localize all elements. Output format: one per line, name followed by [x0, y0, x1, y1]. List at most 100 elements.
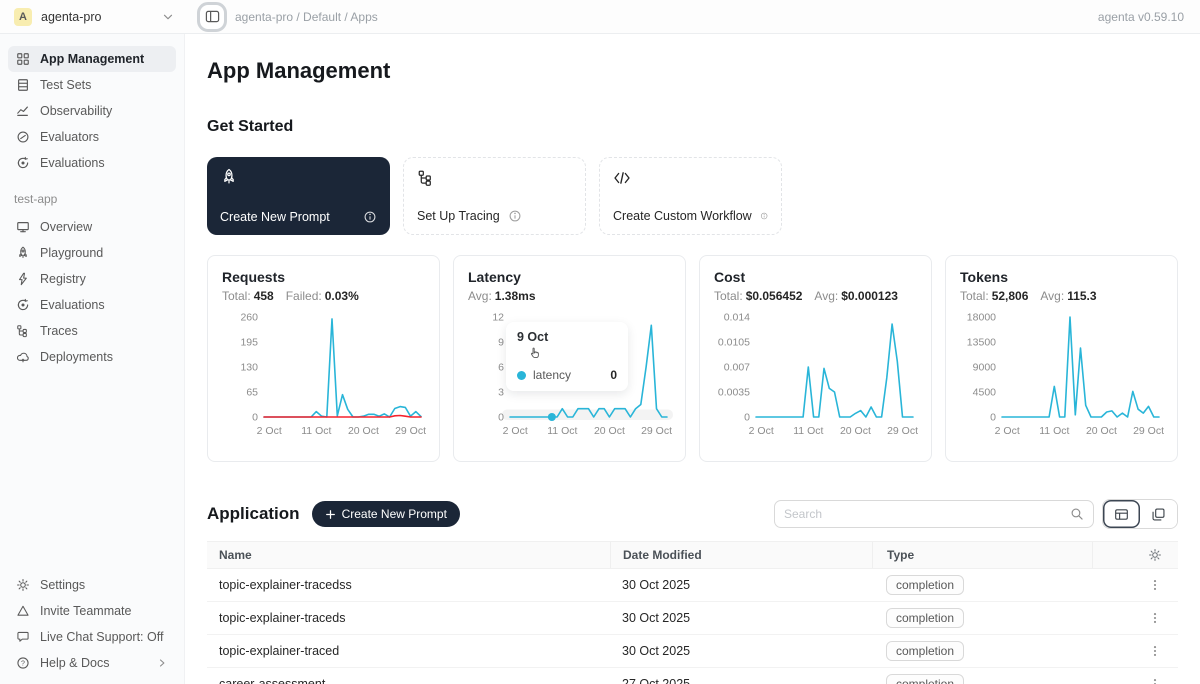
tooltip-value: 0 — [610, 368, 617, 382]
page-title: App Management — [207, 58, 1178, 84]
chart-title: Cost — [714, 269, 917, 285]
svg-text:29 Oct: 29 Oct — [1133, 425, 1164, 437]
lightning-icon — [16, 272, 30, 286]
app-date-modified: 30 Oct 2025 — [610, 644, 872, 658]
table-view-icon — [1114, 507, 1129, 522]
app-date-modified: 30 Oct 2025 — [610, 578, 872, 592]
svg-text:0.0105: 0.0105 — [718, 337, 750, 349]
svg-text:0: 0 — [990, 412, 996, 424]
sidebar-item-label: Evaluations — [40, 156, 168, 170]
table-row[interactable]: topic-explainer-traceds 30 Oct 2025 comp… — [207, 602, 1178, 635]
card-view-button[interactable] — [1140, 500, 1177, 528]
sidebar-item-test-sets[interactable]: Test Sets — [8, 72, 176, 98]
svg-text:130: 130 — [240, 362, 258, 374]
requests-chart-card: Requests Total:458 Failed:0.03% 06513019… — [207, 255, 440, 462]
chart-title: Tokens — [960, 269, 1163, 285]
sidebar-item-playground[interactable]: Playground — [8, 240, 176, 266]
row-menu-icon[interactable] — [1148, 611, 1162, 625]
sidebar-item-observability[interactable]: Observability — [8, 98, 176, 124]
type-badge: completion — [886, 641, 964, 661]
column-header-name[interactable]: Name — [207, 548, 610, 562]
table-row[interactable]: topic-explainer-tracedss 30 Oct 2025 com… — [207, 569, 1178, 602]
tokens-line-chart[interactable]: 04500900013500180002 Oct11 Oct20 Oct29 O… — [960, 307, 1165, 443]
svg-text:0.0035: 0.0035 — [718, 387, 750, 399]
column-header-date-modified[interactable]: Date Modified — [610, 542, 872, 568]
panel-left-icon — [205, 9, 220, 24]
chart-stats: Avg:1.38ms — [468, 289, 671, 303]
testsets-icon — [16, 78, 30, 92]
svg-text:9: 9 — [498, 337, 504, 349]
sidebar-item-registry[interactable]: Registry — [8, 266, 176, 292]
cost-line-chart[interactable]: 00.00350.0070.01050.0142 Oct11 Oct20 Oct… — [714, 307, 919, 443]
set-up-tracing-card[interactable]: Set Up Tracing — [403, 157, 586, 235]
svg-text:260: 260 — [240, 312, 258, 324]
search-box — [774, 500, 1094, 528]
chat-icon — [16, 630, 30, 644]
requests-line-chart[interactable]: 0651301952602 Oct11 Oct20 Oct29 Oct — [222, 307, 427, 443]
sidebar-item-overview[interactable]: Overview — [8, 214, 176, 240]
sidebar-item-label: Evaluators — [40, 130, 168, 144]
refresh-icon — [16, 156, 30, 170]
svg-text:20 Oct: 20 Oct — [840, 425, 871, 437]
workspace-switcher[interactable]: A agenta-pro — [0, 8, 185, 26]
sidebar-item-label: Observability — [40, 104, 168, 118]
app-name: topic-explainer-traced — [207, 644, 610, 658]
info-icon[interactable] — [363, 210, 377, 224]
svg-text:0.007: 0.007 — [724, 362, 750, 374]
card-label: Create New Prompt — [220, 210, 363, 224]
svg-text:?: ? — [21, 661, 25, 668]
sidebar-item-label: Help & Docs — [40, 656, 146, 670]
sidebar-item-settings[interactable]: Settings — [8, 572, 176, 598]
svg-text:0: 0 — [252, 412, 258, 424]
row-menu-icon[interactable] — [1148, 644, 1162, 658]
table-settings-gear-icon[interactable] — [1148, 548, 1162, 562]
gauge-icon — [16, 130, 30, 144]
breadcrumb[interactable]: agenta-pro / Default / Apps — [235, 10, 378, 24]
rocket-icon — [220, 168, 238, 186]
column-header-type[interactable]: Type — [872, 542, 1092, 568]
sidebar-item-label: Deployments — [40, 350, 168, 364]
sidebar-item-live-chat[interactable]: Live Chat Support: Off — [8, 624, 176, 650]
sidebar-item-help-docs[interactable]: ? Help & Docs — [8, 650, 176, 676]
svg-text:11 Oct: 11 Oct — [301, 425, 331, 437]
table-row[interactable]: topic-explainer-traced 30 Oct 2025 compl… — [207, 635, 1178, 668]
workspace-avatar: A — [14, 8, 32, 26]
create-new-prompt-card[interactable]: Create New Prompt — [207, 157, 390, 235]
help-icon: ? — [16, 656, 30, 670]
svg-text:20 Oct: 20 Oct — [348, 425, 379, 437]
card-label: Create Custom Workflow — [613, 209, 752, 223]
sidebar-item-evaluations[interactable]: Evaluations — [8, 150, 176, 176]
sidebar-item-app-management[interactable]: App Management — [8, 46, 176, 72]
sidebar-item-invite-teammate[interactable]: Invite Teammate — [8, 598, 176, 624]
row-menu-icon[interactable] — [1148, 677, 1162, 684]
sidebar-item-traces[interactable]: Traces — [8, 318, 176, 344]
create-new-prompt-button[interactable]: Create New Prompt — [312, 501, 460, 527]
chart-title: Requests — [222, 269, 425, 285]
table-header: Name Date Modified Type — [207, 541, 1178, 569]
svg-text:0: 0 — [744, 412, 750, 424]
search-input[interactable] — [784, 507, 1070, 521]
sidebar-collapse-button[interactable] — [197, 2, 227, 32]
table-view-button[interactable] — [1103, 500, 1140, 528]
row-menu-icon[interactable] — [1148, 578, 1162, 592]
search-icon[interactable] — [1070, 507, 1084, 521]
svg-text:2 Oct: 2 Oct — [257, 425, 282, 437]
svg-text:20 Oct: 20 Oct — [1086, 425, 1117, 437]
svg-text:18000: 18000 — [967, 312, 996, 324]
sidebar-item-evaluations-app[interactable]: Evaluations — [8, 292, 176, 318]
sidebar-item-evaluators[interactable]: Evaluators — [8, 124, 176, 150]
tree-icon — [16, 324, 30, 338]
svg-text:29 Oct: 29 Oct — [887, 425, 918, 437]
table-row[interactable]: career-assessment 27 Oct 2025 completion — [207, 668, 1178, 684]
sidebar-item-deployments[interactable]: Deployments — [8, 344, 176, 370]
info-icon[interactable] — [760, 209, 768, 223]
app-name: career-assessment — [207, 677, 610, 684]
cursor-hand-icon — [527, 346, 543, 362]
cloud-icon — [16, 350, 30, 364]
create-custom-workflow-card[interactable]: Create Custom Workflow — [599, 157, 782, 235]
svg-text:2 Oct: 2 Oct — [995, 425, 1020, 437]
cost-chart-card: Cost Total:$0.056452 Avg:$0.000123 00.00… — [699, 255, 932, 462]
card-view-icon — [1151, 507, 1166, 522]
info-icon[interactable] — [508, 209, 522, 223]
sidebar-item-label: Traces — [40, 324, 168, 338]
